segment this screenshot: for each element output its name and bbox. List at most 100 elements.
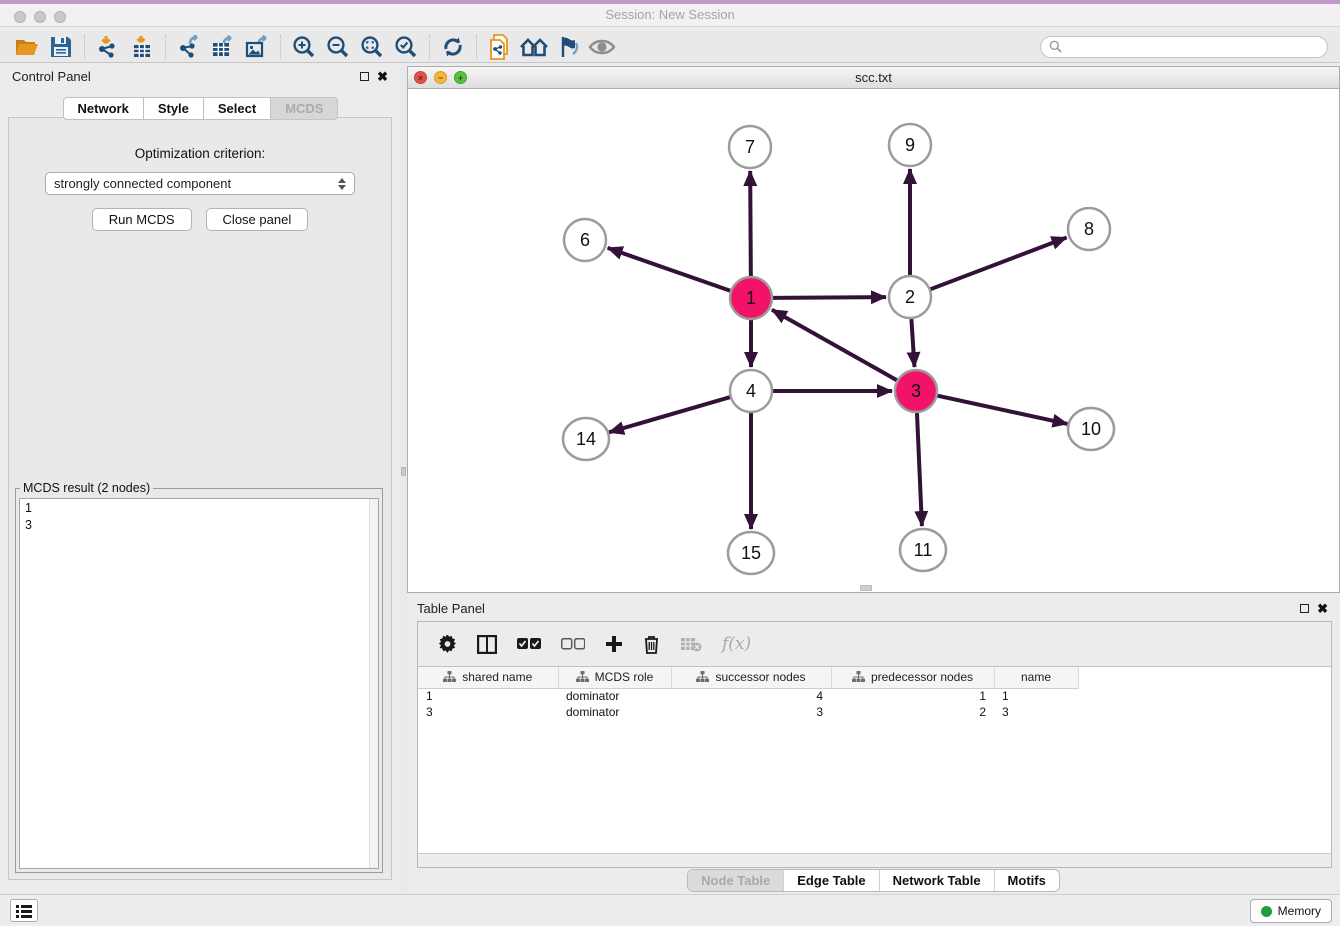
memory-button[interactable]: Memory — [1250, 899, 1332, 923]
table-horizontal-scrollbar[interactable] — [418, 853, 1331, 867]
edge-1-7[interactable] — [750, 171, 751, 276]
eye-icon[interactable] — [585, 33, 619, 61]
refresh-icon[interactable] — [436, 33, 470, 61]
graph-node-2[interactable]: 2 — [889, 276, 931, 318]
table-cell[interactable]: 4 — [671, 688, 831, 704]
network-window-titlebar[interactable]: × − + scc.txt — [408, 67, 1339, 89]
hide-panel-icon[interactable] — [551, 33, 585, 61]
table-cell[interactable]: 1 — [418, 688, 558, 704]
edge-3-10[interactable] — [937, 396, 1067, 424]
column-visibility-icon[interactable] — [477, 635, 497, 654]
result-line: 3 — [25, 517, 373, 534]
table-cell[interactable]: 1 — [831, 688, 994, 704]
graph-node-3[interactable]: 3 — [895, 370, 937, 412]
zoom-selected-icon[interactable] — [389, 33, 423, 61]
table-cell[interactable]: 3 — [671, 704, 831, 720]
zoom-out-icon[interactable] — [321, 33, 355, 61]
close-panel-button[interactable]: Close panel — [206, 208, 309, 231]
result-scrollbar[interactable] — [369, 499, 378, 868]
tab-motifs[interactable]: Motifs — [994, 870, 1059, 891]
table-row[interactable]: 3dominator323 — [418, 704, 1094, 720]
deselect-all-rows-icon[interactable] — [561, 638, 585, 650]
node-label: 15 — [741, 543, 761, 563]
splitter-handle-icon[interactable] — [401, 467, 406, 476]
float-table-panel-icon[interactable] — [1300, 604, 1309, 613]
graph-node-10[interactable]: 10 — [1068, 408, 1114, 450]
edge-2-8[interactable] — [931, 238, 1067, 290]
add-column-icon[interactable] — [605, 635, 623, 653]
graph-node-11[interactable]: 11 — [900, 529, 946, 571]
search-field[interactable] — [1040, 36, 1328, 58]
save-session-icon[interactable] — [44, 33, 78, 61]
table-cell[interactable]: 3 — [994, 704, 1078, 720]
horizontal-splitter-handle-icon[interactable] — [860, 585, 872, 591]
table-cell[interactable]: dominator — [558, 688, 671, 704]
tab-node-table[interactable]: Node Table — [688, 870, 783, 891]
network-file-share-icon[interactable] — [483, 33, 517, 61]
table-cell[interactable]: 3 — [418, 704, 558, 720]
function-builder-icon[interactable]: f(x) — [722, 634, 751, 654]
column-header-MCDS-role[interactable]: MCDS role — [558, 667, 671, 688]
column-header-shared-name[interactable]: shared name — [418, 667, 558, 688]
graph-node-15[interactable]: 15 — [728, 532, 774, 574]
graph-node-7[interactable]: 7 — [729, 126, 771, 168]
main-toolbar — [0, 31, 1340, 63]
vertical-splitter[interactable] — [400, 63, 407, 894]
table-cell[interactable]: 2 — [831, 704, 994, 720]
import-network-icon[interactable] — [91, 33, 125, 61]
export-network-icon[interactable] — [172, 33, 206, 61]
zoom-in-icon[interactable] — [287, 33, 321, 61]
column-header-name[interactable]: name — [994, 667, 1078, 688]
export-table-icon[interactable] — [206, 33, 240, 61]
graph-node-6[interactable]: 6 — [564, 219, 606, 261]
search-input[interactable] — [1067, 40, 1319, 54]
select-all-rows-icon[interactable] — [517, 638, 541, 650]
tab-style[interactable]: Style — [143, 97, 204, 120]
edge-1-6[interactable] — [608, 248, 731, 291]
table-cell[interactable]: 1 — [994, 688, 1078, 704]
graph-node-9[interactable]: 9 — [889, 124, 931, 166]
table-settings-gear-icon[interactable] — [438, 635, 457, 654]
close-table-panel-icon[interactable]: ✖ — [1317, 602, 1328, 615]
table-container: f(x) shared nameMCDS rolesuccessor nodes… — [417, 621, 1332, 868]
table-cell[interactable]: dominator — [558, 704, 671, 720]
run-mcds-button[interactable]: Run MCDS — [92, 208, 192, 231]
edge-2-3[interactable] — [911, 319, 914, 367]
window-title: Session: New Session — [0, 7, 1340, 22]
tab-select[interactable]: Select — [203, 97, 271, 120]
edge-3-11[interactable] — [917, 413, 922, 526]
zoom-fit-icon[interactable] — [355, 33, 389, 61]
criterion-select[interactable]: strongly connected component — [45, 172, 355, 195]
graph-node-1[interactable]: 1 — [730, 277, 772, 319]
control-panel-title: Control Panel — [12, 69, 91, 84]
column-header-successor-nodes[interactable]: successor nodes — [671, 667, 831, 688]
delete-table-icon[interactable] — [680, 636, 702, 652]
task-history-button[interactable] — [10, 899, 38, 922]
tab-edge-table[interactable]: Edge Table — [783, 870, 878, 891]
table-row[interactable]: 1dominator411 — [418, 688, 1094, 704]
network-graph[interactable]: 1 2 3 4 6 7 8 9 10 11 14 15 — [408, 89, 1339, 593]
edge-3-1[interactable] — [772, 310, 897, 380]
edge-4-14[interactable] — [609, 397, 730, 432]
table-panel: Table Panel ✖ — [407, 597, 1340, 894]
close-panel-icon[interactable]: ✖ — [377, 70, 388, 83]
tab-network-table[interactable]: Network Table — [879, 870, 994, 891]
mcds-result-list[interactable]: 13 — [19, 498, 379, 869]
node-table[interactable]: shared nameMCDS rolesuccessor nodesprede… — [418, 666, 1331, 853]
import-table-icon[interactable] — [125, 33, 159, 61]
export-image-icon[interactable] — [240, 33, 274, 61]
graph-node-4[interactable]: 4 — [730, 370, 772, 412]
column-header-predecessor-nodes[interactable]: predecessor nodes — [831, 667, 994, 688]
criterion-select-value: strongly connected component — [54, 176, 231, 191]
graph-node-8[interactable]: 8 — [1068, 208, 1110, 250]
delete-column-trash-icon[interactable] — [643, 635, 660, 654]
network-canvas[interactable]: 1 2 3 4 6 7 8 9 10 11 14 15 — [408, 89, 1339, 592]
graph-node-14[interactable]: 14 — [563, 418, 609, 460]
open-session-icon[interactable] — [10, 33, 44, 61]
tab-mcds[interactable]: MCDS — [270, 97, 338, 120]
float-panel-icon[interactable] — [360, 72, 369, 81]
tab-network[interactable]: Network — [63, 97, 144, 120]
edge-1-2[interactable] — [773, 297, 886, 298]
home-icon[interactable] — [517, 33, 551, 61]
node-label: 9 — [905, 135, 915, 155]
